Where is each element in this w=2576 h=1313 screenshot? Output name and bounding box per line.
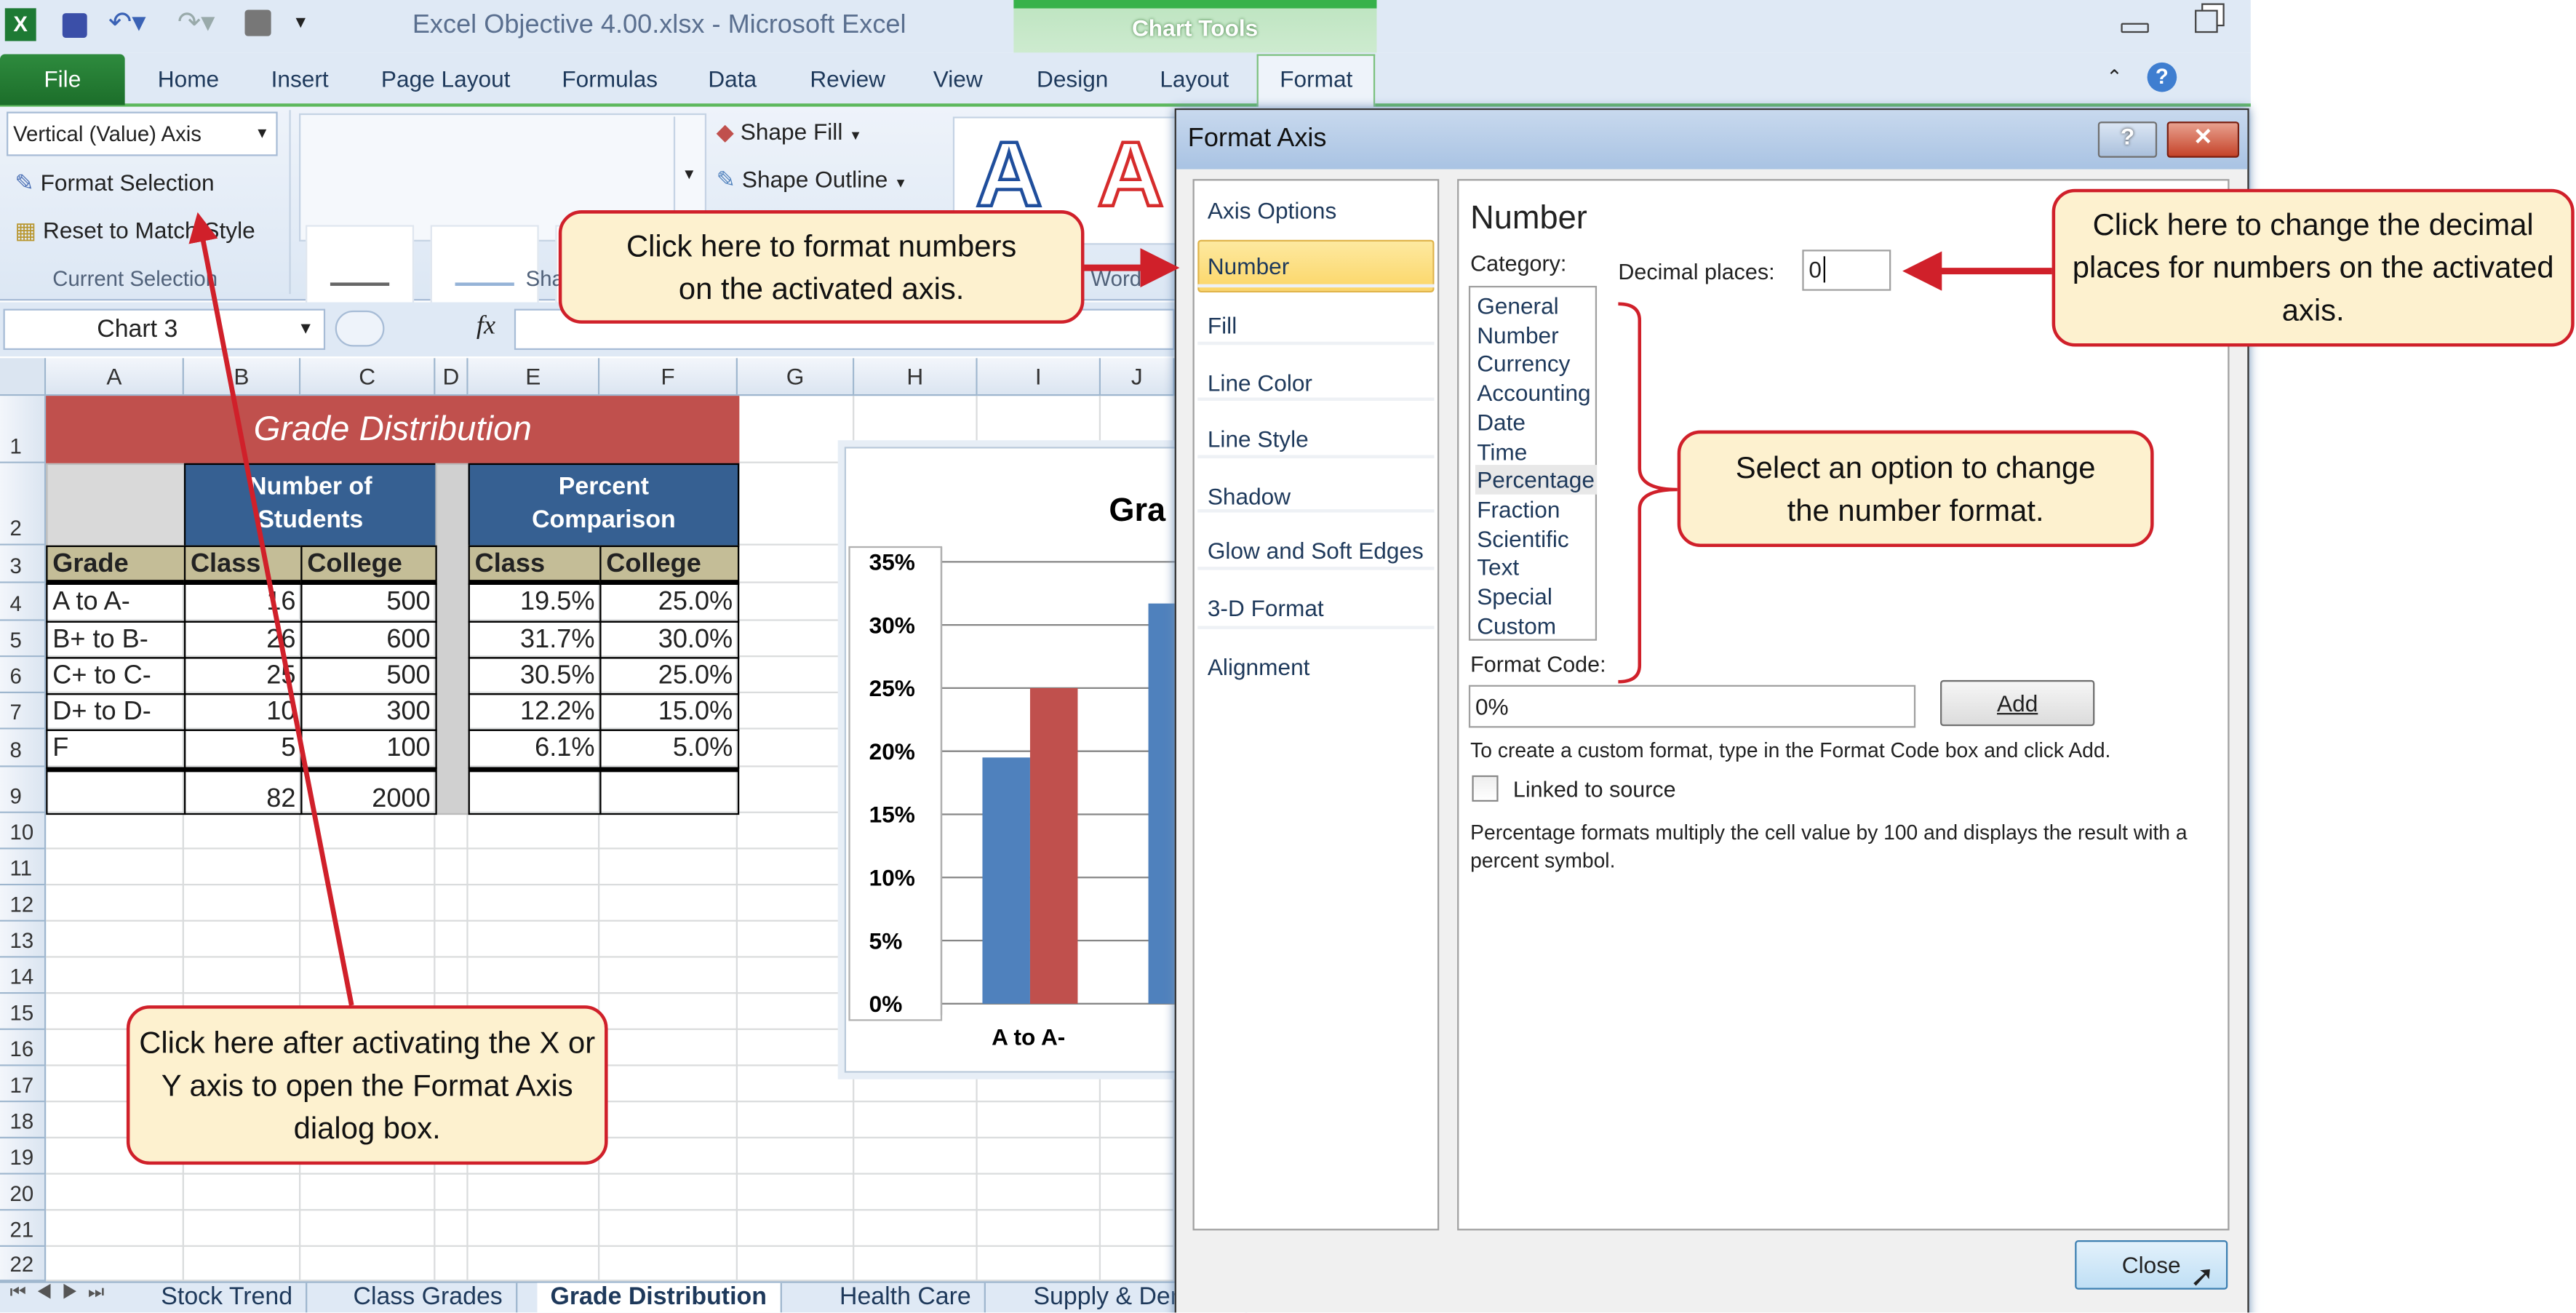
callout-number-tab: Click here to format numbers on the acti… (558, 210, 1085, 324)
category-bracket (1618, 302, 1678, 684)
callout-format-selection: Click here after activating the X or Y a… (126, 1005, 608, 1165)
arrow-to-format-selection (188, 212, 354, 1006)
excel-window: X ↶▾ ↷▾ ▾ Excel Objective 4.00.xlsx - Mi… (0, 0, 2576, 1313)
callout-decimal-places: Click here to change the decimal places … (2051, 188, 2575, 347)
callout-category: Select an option to change the number fo… (1677, 430, 2154, 548)
